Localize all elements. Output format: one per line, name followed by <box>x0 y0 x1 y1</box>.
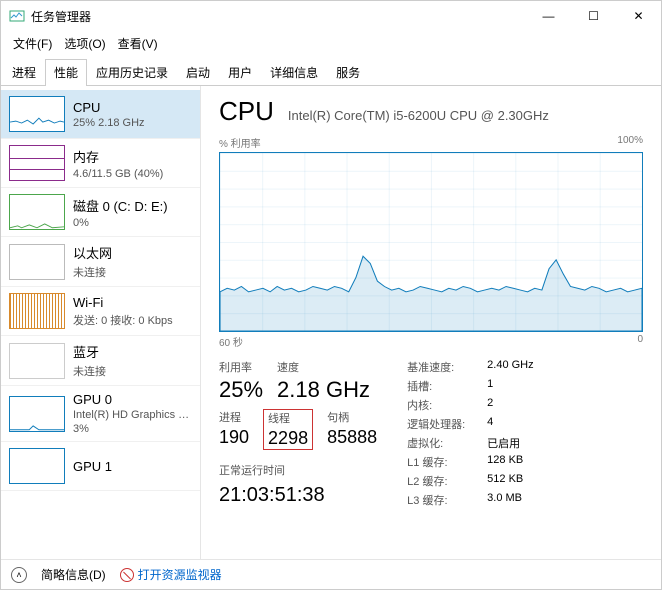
titlebar: 任务管理器 — ☐ ✕ <box>1 1 661 31</box>
label-utilization: 利用率 <box>219 359 263 375</box>
sidebar-item-sub: 未连接 <box>73 264 112 280</box>
menu-options[interactable]: 选项(O) <box>60 33 109 54</box>
tab-app-history[interactable]: 应用历史记录 <box>87 59 177 86</box>
menubar: 文件(F) 选项(O) 查看(V) <box>1 31 661 58</box>
value-speed: 2.18 GHz <box>277 377 370 403</box>
tabs: 进程 性能 应用历史记录 启动 用户 详细信息 服务 <box>1 58 661 86</box>
sidebar-item-gpu0[interactable]: GPU 0 Intel(R) HD Graphics 520 3% <box>1 386 200 442</box>
sidebar: CPU 25% 2.18 GHz 内存 4.6/11.5 GB (40%) 磁盘… <box>1 86 201 559</box>
sidebar-item-sub: 4.6/11.5 GB (40%) <box>73 168 163 180</box>
cpu-model: Intel(R) Core(TM) i5-6200U CPU @ 2.30GHz <box>288 108 549 123</box>
label-handles: 句柄 <box>327 409 377 425</box>
label-l3: L3 缓存: <box>407 492 487 508</box>
label-l2: L2 缓存: <box>407 473 487 489</box>
value-utilization: 25% <box>219 377 263 403</box>
value-l3: 3.0 MB <box>487 492 522 508</box>
sidebar-item-label: GPU 0 <box>73 392 192 407</box>
resmon-icon <box>120 568 134 582</box>
window-title: 任务管理器 <box>31 8 526 25</box>
cpu-specs: 基准速度:2.40 GHz 插槽:1 内核:2 逻辑处理器:4 虚拟化:已启用 … <box>407 359 533 508</box>
menu-file[interactable]: 文件(F) <box>9 33 56 54</box>
menu-view[interactable]: 查看(V) <box>114 33 162 54</box>
gpu1-thumb-icon <box>9 448 65 484</box>
ethernet-thumb-icon <box>9 244 65 280</box>
wifi-thumb-icon <box>9 293 65 329</box>
sidebar-item-sub: Intel(R) HD Graphics 520 <box>73 409 192 421</box>
sidebar-item-sub2: 3% <box>73 423 192 435</box>
tab-processes[interactable]: 进程 <box>3 59 45 86</box>
cpu-chart <box>219 152 643 332</box>
sidebar-item-bluetooth[interactable]: 蓝牙 未连接 <box>1 336 200 386</box>
value-handles: 85888 <box>327 427 377 448</box>
tab-services[interactable]: 服务 <box>327 59 369 86</box>
sidebar-item-sub: 发送: 0 接收: 0 Kbps <box>73 312 173 328</box>
disk-thumb-icon <box>9 194 65 230</box>
value-sockets: 1 <box>487 378 493 394</box>
value-l1: 128 KB <box>487 454 523 470</box>
label-cores: 内核: <box>407 397 487 413</box>
cpu-thumb-icon <box>9 96 65 132</box>
memory-thumb-icon <box>9 145 65 181</box>
sidebar-item-label: 磁盘 0 (C: D: E:) <box>73 196 168 215</box>
tab-startup[interactable]: 启动 <box>177 59 219 86</box>
chevron-up-icon[interactable]: ˄ <box>11 567 27 583</box>
sidebar-item-memory[interactable]: 内存 4.6/11.5 GB (40%) <box>1 139 200 188</box>
tab-users[interactable]: 用户 <box>219 59 261 86</box>
sidebar-item-wifi[interactable]: Wi-Fi 发送: 0 接收: 0 Kbps <box>1 287 200 336</box>
sidebar-item-sub: 25% 2.18 GHz <box>73 117 145 129</box>
tab-details[interactable]: 详细信息 <box>261 59 327 86</box>
label-sockets: 插槽: <box>407 378 487 394</box>
chart-label-top-left: % 利用率 <box>219 135 261 150</box>
chart-label-top-right: 100% <box>617 135 643 150</box>
sidebar-item-sub: 0% <box>73 217 168 229</box>
tab-performance[interactable]: 性能 <box>45 59 87 86</box>
sidebar-item-ethernet[interactable]: 以太网 未连接 <box>1 237 200 287</box>
maximize-button[interactable]: ☐ <box>571 1 616 31</box>
value-l2: 512 KB <box>487 473 523 489</box>
sidebar-item-label: Wi-Fi <box>73 295 173 310</box>
label-virtualization: 虚拟化: <box>407 435 487 451</box>
chart-label-bottom-left: 60 秒 <box>219 334 243 349</box>
app-icon <box>9 8 25 24</box>
label-lps: 逻辑处理器: <box>407 416 487 432</box>
label-speed: 速度 <box>277 359 370 375</box>
open-resmon-link[interactable]: 打开资源监视器 <box>120 566 222 583</box>
threads-highlight: 线程 2298 <box>263 409 313 450</box>
sidebar-item-label: 蓝牙 <box>73 342 106 361</box>
fewer-details-link[interactable]: 简略信息(D) <box>41 566 106 583</box>
label-l1: L1 缓存: <box>407 454 487 470</box>
body: CPU 25% 2.18 GHz 内存 4.6/11.5 GB (40%) 磁盘… <box>1 86 661 559</box>
bluetooth-thumb-icon <box>9 343 65 379</box>
value-cores: 2 <box>487 397 493 413</box>
sidebar-item-label: GPU 1 <box>73 459 112 474</box>
label-basefreq: 基准速度: <box>407 359 487 375</box>
chart-label-bottom-right: 0 <box>637 334 643 349</box>
label-uptime: 正常运行时间 <box>219 462 377 478</box>
sidebar-item-cpu[interactable]: CPU 25% 2.18 GHz <box>1 90 200 139</box>
value-basefreq: 2.40 GHz <box>487 359 533 375</box>
gpu0-thumb-icon <box>9 396 65 432</box>
label-processes: 进程 <box>219 409 249 425</box>
close-button[interactable]: ✕ <box>616 1 661 31</box>
sidebar-item-gpu1[interactable]: GPU 1 <box>1 442 200 491</box>
sidebar-item-sub: 未连接 <box>73 363 106 379</box>
sidebar-item-label: CPU <box>73 100 145 115</box>
main-panel: CPU Intel(R) Core(TM) i5-6200U CPU @ 2.3… <box>201 86 661 559</box>
label-threads: 线程 <box>268 410 308 426</box>
value-uptime: 21:03:51:38 <box>219 484 377 507</box>
value-lps: 4 <box>487 416 493 432</box>
sidebar-item-label: 内存 <box>73 147 163 166</box>
minimize-button[interactable]: — <box>526 1 571 31</box>
sidebar-item-disk[interactable]: 磁盘 0 (C: D: E:) 0% <box>1 188 200 237</box>
value-processes: 190 <box>219 427 249 448</box>
sidebar-item-label: 以太网 <box>73 243 112 262</box>
value-virtualization: 已启用 <box>487 435 520 451</box>
value-threads: 2298 <box>268 428 308 449</box>
page-title: CPU <box>219 96 274 127</box>
footer: ˄ 简略信息(D) 打开资源监视器 <box>1 559 661 589</box>
